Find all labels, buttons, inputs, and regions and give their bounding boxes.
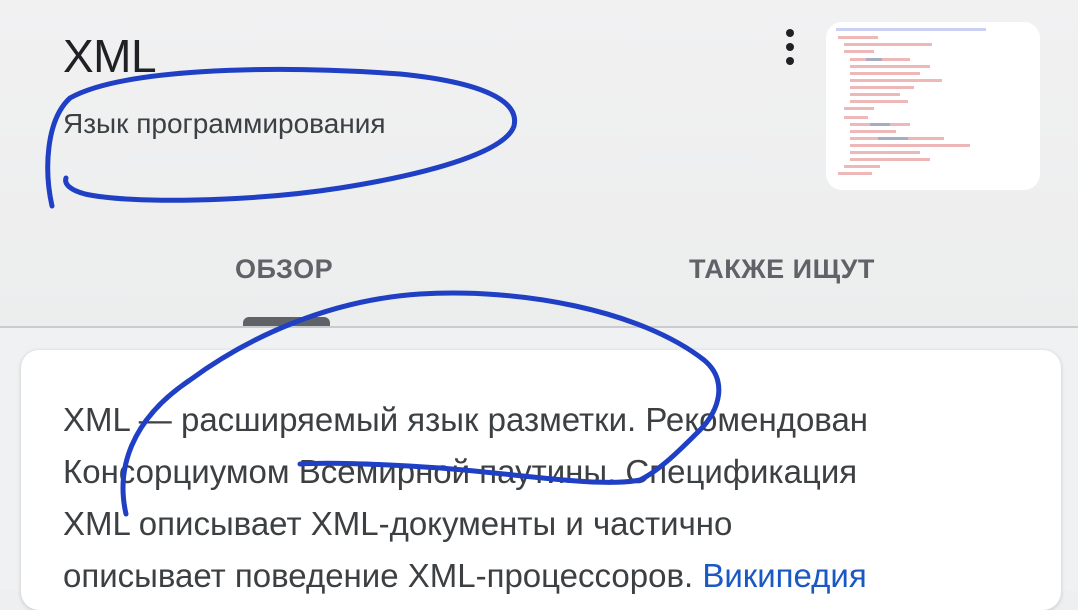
description-line: Консорциумом Всемирной паутины. Специфик… bbox=[63, 453, 858, 490]
menu-dot bbox=[786, 57, 794, 65]
tab-people-also-search[interactable]: ТАКЖЕ ИЩУТ bbox=[572, 238, 1078, 327]
menu-dot bbox=[786, 29, 794, 37]
tab-bar: ОБЗОР ТАКЖЕ ИЩУТ bbox=[0, 238, 1078, 327]
entity-title: XML bbox=[63, 30, 157, 82]
description-line: описывает поведение XML-процессоров. bbox=[63, 557, 703, 594]
wikipedia-source-link[interactable]: Википедия bbox=[702, 557, 866, 594]
tab-people-also-search-label: ТАКЖЕ ИЩУТ bbox=[689, 254, 875, 284]
description-line: XML описывает XML-документы и частично bbox=[63, 505, 733, 542]
tab-overview-label: ОБЗОР bbox=[235, 254, 334, 284]
menu-dot bbox=[786, 43, 794, 51]
description-card: XML — расширяемый язык разметки. Рекомен… bbox=[21, 350, 1061, 610]
tab-overview[interactable]: ОБЗОР bbox=[0, 238, 572, 327]
entity-subtitle: Язык программирования bbox=[63, 108, 386, 139]
description-line: XML — расширяемый язык разметки. Рекомен… bbox=[63, 401, 869, 438]
xml-code-thumbnail[interactable] bbox=[826, 22, 1040, 190]
description-text: XML — расширяемый язык разметки. Рекомен… bbox=[63, 394, 1043, 602]
more-vert-icon[interactable] bbox=[772, 26, 808, 68]
knowledge-panel-header: XML Язык программирования ОБЗОР ТАКЖЕ ИЩ… bbox=[0, 0, 1078, 327]
description-line-last: описывает поведение XML-процессоров. Вик… bbox=[63, 550, 1043, 602]
